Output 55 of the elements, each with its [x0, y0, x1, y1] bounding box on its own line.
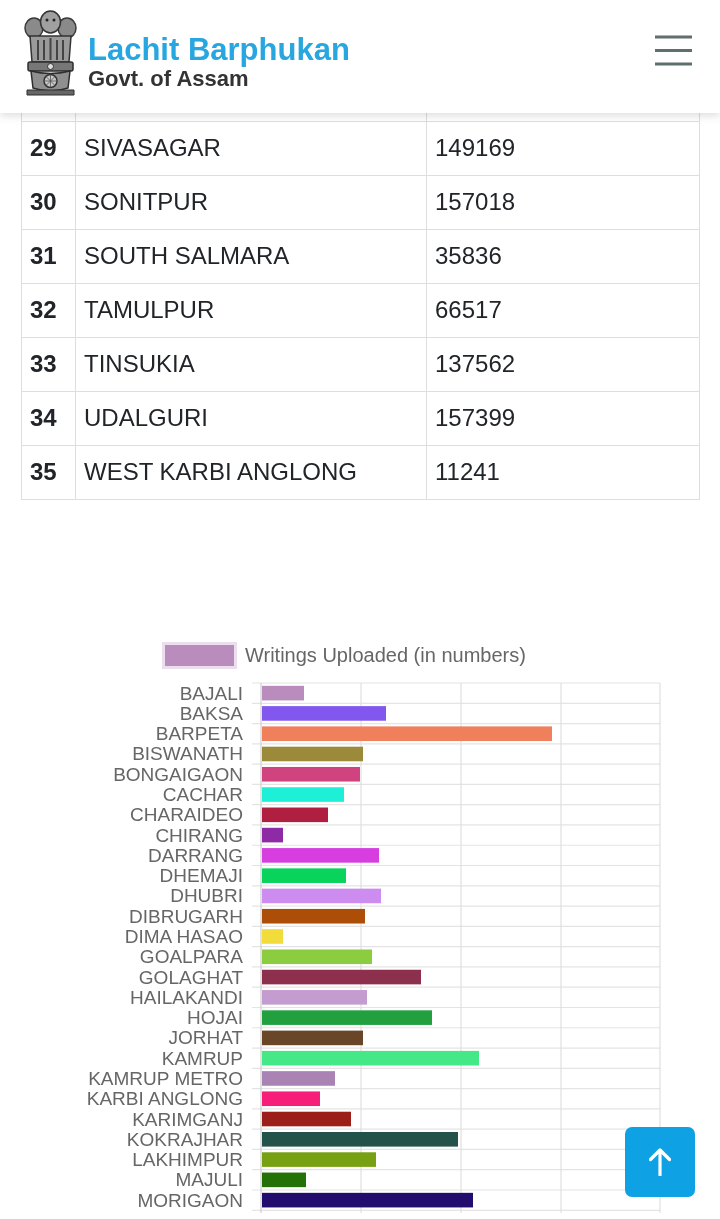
- axis-label: CHARAIDEO: [130, 803, 243, 825]
- axis-label: DIBRUGARH: [129, 905, 243, 927]
- table-cell: 66517: [426, 283, 700, 337]
- axis-label: CHIRANG: [155, 824, 243, 846]
- axis-label: DIMA HASAO: [124, 925, 243, 947]
- legend-label: Writings Uploaded (in numbers): [245, 643, 526, 666]
- table-cell: TINSUKIA: [75, 337, 427, 391]
- table-cell: 29: [21, 121, 76, 175]
- table-cell: 35: [21, 445, 76, 499]
- table-cell: 157018: [426, 175, 700, 229]
- axis-label: MORIGAON: [137, 1189, 243, 1211]
- axis-label: MAJULI: [175, 1168, 243, 1190]
- axis-label: LAKHIMPUR: [132, 1148, 243, 1170]
- site-subtitle: Govt. of Assam: [88, 67, 249, 91]
- axis-label: CACHAR: [162, 783, 243, 805]
- axis-label: KAMRUP: [161, 1047, 243, 1069]
- table-cell: 137562: [426, 337, 700, 391]
- axis-label: BARPETA: [155, 722, 243, 744]
- axis-label: DHEMAJI: [159, 864, 243, 886]
- table-cell: UDALGURI: [75, 391, 427, 445]
- table-cell: 35836: [426, 229, 700, 283]
- axis-label: KARBI ANGLONG: [86, 1087, 243, 1109]
- table-cell: 149169: [426, 121, 700, 175]
- table-cell: SONITPUR: [75, 175, 427, 229]
- axis-label: GOALPARA: [139, 945, 243, 967]
- emblem-icon: [22, 10, 79, 96]
- table-cell: SIVASAGAR: [75, 121, 427, 175]
- table-cell: 34: [21, 391, 76, 445]
- table-cell: 11241: [426, 445, 700, 499]
- axis-label: KOKRAJHAR: [126, 1128, 243, 1150]
- axis-label: DHUBRI: [170, 884, 243, 906]
- axis-label: KARIMGANJ: [132, 1108, 243, 1129]
- legend-swatch-icon: [162, 641, 237, 669]
- axis-label: HOJAI: [187, 1006, 243, 1028]
- menu-icon[interactable]: [655, 35, 692, 66]
- axis-label: BISWANATH: [132, 743, 243, 764]
- axis-label: GOLAGHAT: [138, 966, 243, 988]
- table-cell: 30: [21, 175, 76, 229]
- axis-label: KAMRUP METRO: [88, 1067, 243, 1089]
- table-cell: 31: [21, 229, 76, 283]
- arrow-up-icon: [649, 1148, 671, 1176]
- axis-label: HAILAKANDI: [130, 986, 243, 1008]
- table-cell: WEST KARBI ANGLONG: [75, 445, 427, 499]
- axis-label: BAKSA: [179, 702, 243, 724]
- table-cell: TAMULPUR: [75, 283, 427, 337]
- axis-label: DARRANG: [148, 844, 243, 866]
- axis-label: BAJALI: [179, 682, 243, 704]
- table-cell: 157399: [426, 391, 700, 445]
- scroll-top-button[interactable]: [625, 1127, 695, 1197]
- axis-label: BONGAIGAON: [113, 763, 243, 785]
- axis-label: JORHAT: [168, 1026, 243, 1048]
- site-title: Lachit Barphukan: [88, 33, 350, 67]
- table-cell: 33: [21, 337, 76, 391]
- table-cell: SOUTH SALMARA: [75, 229, 427, 283]
- table-cell: 32: [21, 283, 76, 337]
